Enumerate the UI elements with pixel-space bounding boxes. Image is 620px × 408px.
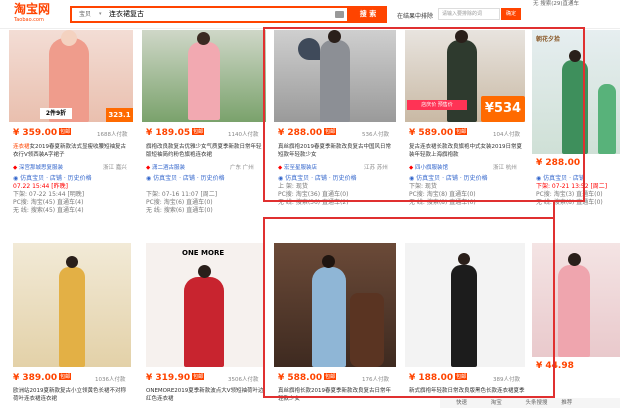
header-bar: 淘宝网 Taobao.com 宝贝 ▾ 连衣裙复古 搜 索 在结果中排除 请输入…: [0, 0, 620, 29]
price: ¥ 588.00: [278, 373, 323, 383]
location: 广东 广州: [230, 165, 254, 171]
shop-name[interactable]: ◆ 宏至星服装店: [278, 163, 317, 171]
product-card[interactable]: ¥ 44.98: [532, 243, 620, 403]
product-title[interactable]: 真丝旗袍长款2019春夏季新款改良复古日常年轻款少女: [278, 387, 396, 403]
price: ¥ 288.00: [536, 158, 581, 168]
sold-count: 1688人付款: [97, 132, 128, 138]
sold-count: 536人付款: [362, 132, 389, 138]
product-title[interactable]: 旗袍改良款复古优雅少女气质夏季新款日常年轻版短袖简约粉色旗袍连衣裙: [146, 143, 264, 159]
sold-count: 104人付款: [493, 132, 520, 138]
footer-toolbar: 快速 淘宝 头条搜搜 推荐: [440, 398, 620, 408]
product-card[interactable]: 店庆价 预售价 ¥534 ¥ 589.00 包邮 104人付款 复古连衣裙长款改良…: [405, 30, 529, 206]
product-title[interactable]: 真丝旗袍2019春夏季新款改良复古中国风日常短款年轻款少女: [278, 143, 396, 159]
exclude-label: 在结果中排除: [397, 13, 434, 20]
location: 江苏 苏州: [364, 165, 388, 171]
sold-count: 1140人付款: [228, 132, 259, 138]
mobile-search-info: 无 线: 搜索(8) 直通车(0): [536, 199, 603, 206]
product-card[interactable]: ¥ 588.00 包邮 176人付款 真丝旗袍长款2019春夏季新款改良复古日常年…: [274, 243, 398, 403]
product-title[interactable]: 复古连衣裙长款改良旗袍中式女装2019日常夏装年轻款上海旗袍款: [409, 143, 525, 159]
location: 浙江 嘉兴: [103, 165, 127, 171]
product-image[interactable]: ONE MORE: [146, 243, 264, 367]
product-image[interactable]: [405, 243, 525, 367]
product-card[interactable]: ONE MORE ¥ 319.90 包邮 3506人付款 ONEMORE2019夏…: [142, 243, 266, 403]
taobao-logo[interactable]: 淘宝网: [14, 3, 50, 16]
search-box[interactable]: 宝贝 ▾ 连衣裙复古: [70, 6, 349, 23]
mobile-search-info: 无 线: 搜索(6) 直通车(0): [146, 207, 213, 214]
product-card[interactable]: ¥ 188.00 包邮 389人付款 新式旗袍年轻款日常改良版黑色长款连衣裙夏季: [405, 243, 529, 403]
product-title[interactable]: ONEMORE2019夏季新款波点大V领短袖荷叶边红色连衣裙: [146, 387, 264, 403]
product-title[interactable]: 欧洲站2019夏新款复古小立领黄色长裙不对称荷叶连衣裙连衣裙: [13, 387, 131, 403]
product-image[interactable]: [274, 30, 396, 122]
price: ¥ 389.00: [13, 373, 58, 383]
product-image[interactable]: [274, 243, 396, 367]
product-image[interactable]: 朝花夕拾: [532, 30, 620, 154]
mobile-search-info: 无 线: 搜索(8) 直通车(0): [409, 199, 476, 206]
search-button[interactable]: 搜 索: [349, 6, 387, 23]
price: ¥ 359.00: [13, 128, 58, 138]
sold-count: 1036人付款: [95, 377, 126, 383]
promo-badge: 2件9折: [40, 108, 72, 119]
product-image[interactable]: [532, 243, 620, 357]
brand-logo: ONE MORE: [182, 249, 225, 257]
product-image[interactable]: [13, 243, 131, 367]
location: 浙江 杭州: [493, 165, 517, 171]
shop-name[interactable]: ◆ 潇二酒古服装: [146, 163, 185, 171]
top-right-info: 无 搜索(29)直通车: [533, 1, 580, 7]
product-image[interactable]: [142, 30, 266, 122]
product-title[interactable]: 连衣裙女2019春夏新款法式显瘦收腰短袖复古衣行V领西装A字裙子: [13, 143, 131, 159]
price: ¥ 188.00: [409, 373, 454, 383]
promo-price: 534: [493, 101, 522, 116]
search-scope-select[interactable]: 宝贝: [72, 8, 108, 21]
exclude-input[interactable]: 请输入要排除的词: [438, 8, 500, 20]
product-card[interactable]: 2件9折 323.1 ¥ 359.00 包邮 1688人付款 连衣裙女2019春夏…: [9, 30, 133, 225]
price: ¥ 189.05: [146, 128, 191, 138]
product-card[interactable]: 朝花夕拾 ¥ 288.00 ◉ 仿真宝贝 · 店铺 下架: 07-21 13:5…: [532, 30, 620, 225]
search-input[interactable]: 连衣裙复古: [109, 8, 144, 21]
highlight-connector: [553, 200, 555, 218]
meta-links[interactable]: ◉ 仿真宝贝 · 店铺 · 历史价格: [146, 173, 225, 182]
sold-count: 389人付款: [493, 377, 520, 383]
mobile-search-info: 无 线: 搜索(36) 直通车(2): [278, 199, 349, 206]
camera-icon[interactable]: [335, 11, 344, 18]
sold-count: 176人付款: [362, 377, 389, 383]
chevron-down-icon[interactable]: ▾: [99, 8, 102, 21]
promo-price: 323.1: [106, 108, 133, 122]
shop-name[interactable]: ◆ 深宫那城思复服装: [13, 163, 63, 171]
product-card[interactable]: ¥ 189.05 包邮 1140人付款 旗袍改良款复古优雅少女气质夏季新款日常年轻…: [142, 30, 266, 225]
taobao-logo-subtitle: Taobao.com: [14, 17, 44, 23]
exclude-confirm-button[interactable]: 确定: [501, 8, 521, 20]
product-image[interactable]: 店庆价 预售价 ¥534: [405, 30, 525, 122]
product-card[interactable]: ¥ 389.00 包邮 1036人付款 欧洲站2019夏新款复古小立领黄色长裙不对…: [9, 243, 133, 403]
price: ¥ 44.98: [536, 361, 574, 371]
price: ¥ 319.90: [146, 373, 191, 383]
mobile-search-info: 无 线: 搜索(45) 直通车(4): [13, 207, 84, 214]
price: ¥ 589.00: [409, 128, 454, 138]
shop-name[interactable]: ◆ 四小旗服装馆: [409, 163, 448, 171]
price: ¥ 288.00: [278, 128, 323, 138]
product-image[interactable]: 2件9折 323.1: [9, 30, 133, 122]
product-card[interactable]: ¥ 288.00 包邮 536人付款 真丝旗袍2019春夏季新款改良复古中国风日常…: [274, 30, 398, 206]
sold-count: 3506人付款: [228, 377, 259, 383]
